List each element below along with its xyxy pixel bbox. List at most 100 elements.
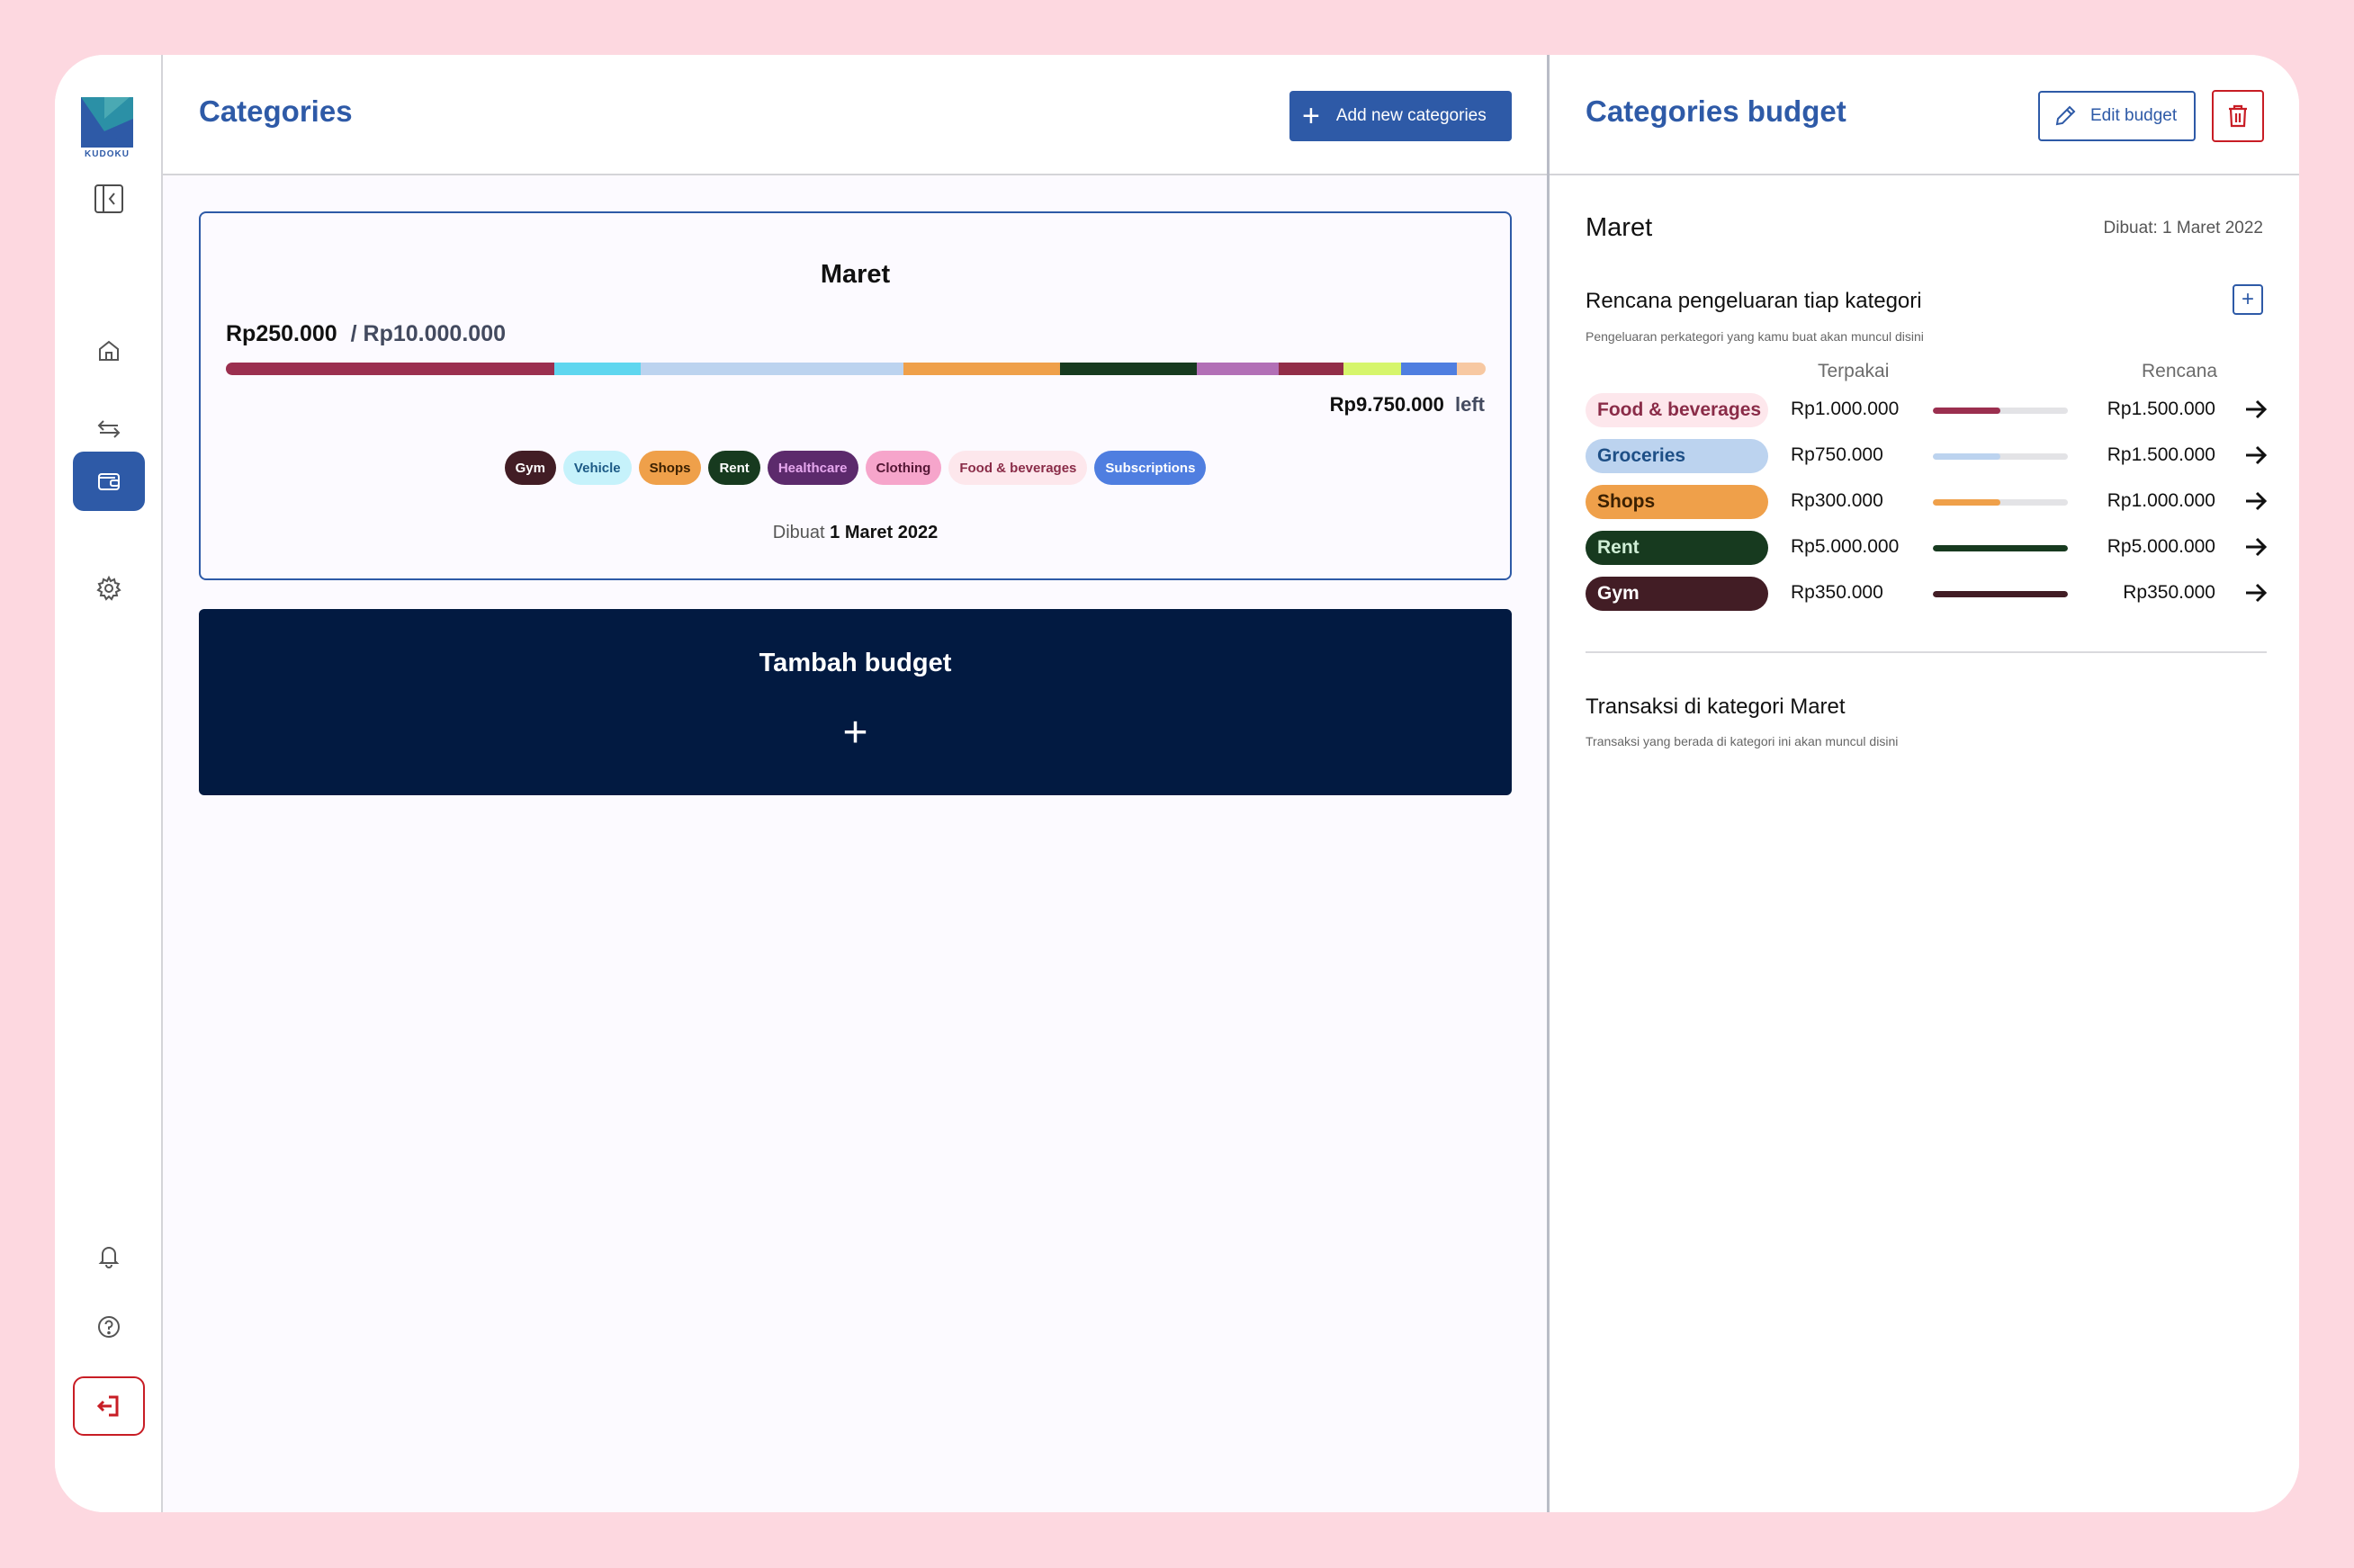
arrow-right-icon[interactable] xyxy=(2242,533,2269,560)
category-plan-row[interactable]: Shops Rp300.000 Rp1.000.000 xyxy=(1586,485,2269,519)
delete-budget-button[interactable] xyxy=(2212,90,2264,142)
progress-fill xyxy=(1933,408,2000,414)
arrow-right-icon[interactable] xyxy=(2242,442,2269,469)
logout-button[interactable] xyxy=(73,1376,145,1436)
category-chip[interactable]: Food & beverages xyxy=(948,451,1088,485)
column-plan: Rencana xyxy=(2142,361,2218,381)
category-chip[interactable]: Rent xyxy=(708,451,760,485)
edit-budget-button[interactable]: Edit budget xyxy=(2038,91,2196,141)
budget-month: Maret xyxy=(820,260,891,289)
app-window: KUDOKU Categories + Add new categories M… xyxy=(55,55,2299,1512)
sidebar: KUDOKU xyxy=(55,55,163,1512)
edit-budget-label: Edit budget xyxy=(2090,106,2178,125)
panel-header: Categories budget Edit budget xyxy=(1550,55,2299,175)
category-plan-row[interactable]: Food & beverages Rp1.000.000 Rp1.500.000 xyxy=(1586,393,2269,427)
arrow-right-icon[interactable] xyxy=(2242,396,2269,423)
budget-left: Rp9.750.000 left xyxy=(1330,393,1485,417)
progress-track xyxy=(1933,499,2068,506)
category-pill: Shops xyxy=(1586,485,1768,519)
bell-icon xyxy=(98,1247,120,1268)
main-header: Categories + Add new categories xyxy=(163,55,1547,175)
category-chip[interactable]: Vehicle xyxy=(562,451,632,485)
pencil-icon xyxy=(2055,105,2076,126)
transactions-icon xyxy=(97,420,121,438)
plan-title: Rencana pengeluaran tiap kategori xyxy=(1586,289,1922,313)
budget-left-amount: Rp9.750.000 xyxy=(1329,393,1444,416)
bar-segment xyxy=(1456,363,1486,375)
add-categories-button[interactable]: + Add new categories xyxy=(1289,91,1512,141)
plus-icon: + xyxy=(842,709,868,757)
kudoku-logo[interactable]: KUDOKU xyxy=(77,95,137,160)
add-budget-card[interactable]: Tambah budget + xyxy=(199,609,1512,795)
arrow-right-icon[interactable] xyxy=(2242,488,2269,515)
category-chip[interactable]: Gym xyxy=(504,451,556,485)
categories-budget-panel: Categories budget Edit budget Maret Dibu… xyxy=(1547,55,2299,1512)
budget-stacked-bar xyxy=(226,363,1486,375)
category-chip[interactable]: Healthcare xyxy=(767,451,858,485)
category-pill: Rent xyxy=(1586,531,1768,565)
brand-name: KUDOKU xyxy=(85,149,130,159)
column-used: Terpakai xyxy=(1818,361,1890,381)
panel-month: Maret xyxy=(1586,213,1653,242)
plan-amount: Rp1.500.000 xyxy=(2107,444,2215,465)
help-icon xyxy=(98,1316,120,1338)
category-plan-row[interactable]: Groceries Rp750.000 Rp1.500.000 xyxy=(1586,439,2269,473)
nav-help[interactable] xyxy=(73,1297,145,1357)
bar-segment xyxy=(226,363,555,375)
divider xyxy=(1586,651,2267,653)
created-prefix: Dibuat xyxy=(772,523,825,542)
budget-amount: Rp250.000 / Rp10.000.000 xyxy=(226,321,506,347)
collapse-sidebar-icon[interactable] xyxy=(93,183,125,215)
progress-fill xyxy=(1933,545,2068,551)
arrow-right-icon[interactable] xyxy=(2242,579,2269,606)
nav-transactions[interactable] xyxy=(73,399,145,459)
plan-subtitle: Pengeluaran perkategori yang kamu buat a… xyxy=(1586,329,1924,344)
used-amount: Rp750.000 xyxy=(1791,444,1883,465)
category-plan-row[interactable]: Rent Rp5.000.000 Rp5.000.000 xyxy=(1586,531,2269,565)
panel-created: Dibuat: 1 Maret 2022 xyxy=(2103,219,2263,237)
bar-segment xyxy=(1059,363,1198,375)
category-plan-row[interactable]: Gym Rp350.000 Rp350.000 xyxy=(1586,577,2269,611)
plus-icon: + xyxy=(1302,99,1320,133)
progress-fill xyxy=(1933,499,2000,506)
nav-budget[interactable] xyxy=(73,452,145,511)
budget-card[interactable]: Maret Rp250.000 / Rp10.000.000 Rp9.750.0… xyxy=(199,211,1512,580)
nav-notifications[interactable] xyxy=(73,1226,145,1286)
panel-title: Categories budget xyxy=(1586,94,1846,128)
category-chip[interactable]: Subscriptions xyxy=(1094,451,1207,485)
nav-home[interactable] xyxy=(73,321,145,381)
wallet-icon xyxy=(98,473,120,490)
used-amount: Rp5.000.000 xyxy=(1791,536,1900,557)
category-chips: Gym Vehicle Shops Rent Healthcare Clothing Foo… xyxy=(201,451,1510,485)
used-amount: Rp350.000 xyxy=(1791,582,1883,603)
category-pill: Gym xyxy=(1586,577,1768,611)
plan-amount: Rp5.000.000 xyxy=(2107,536,2215,557)
progress-fill xyxy=(1933,453,2000,460)
progress-fill xyxy=(1933,591,2068,597)
categories-main: Categories + Add new categories Maret Rp… xyxy=(163,55,1547,1512)
progress-track xyxy=(1933,545,2068,551)
add-budget-title: Tambah budget xyxy=(759,649,952,677)
progress-track xyxy=(1933,453,2068,460)
category-pill: Groceries xyxy=(1586,439,1768,473)
bar-segment xyxy=(903,363,1060,375)
home-icon xyxy=(99,340,119,361)
bar-segment xyxy=(1401,363,1457,375)
category-pill: Food & beverages xyxy=(1586,393,1768,427)
used-amount: Rp1.000.000 xyxy=(1791,399,1900,419)
transactions-title: Transaksi di kategori Maret xyxy=(1586,694,1846,719)
budget-spent: Rp250.000 xyxy=(226,321,337,346)
bar-segment xyxy=(554,363,641,375)
created-date: 1 Maret 2022 xyxy=(830,523,939,542)
budget-created: Dibuat 1 Maret 2022 xyxy=(201,523,1510,543)
category-chip[interactable]: Clothing xyxy=(865,451,942,485)
nav-settings[interactable] xyxy=(73,559,145,618)
plan-amount: Rp350.000 xyxy=(2123,582,2215,603)
logout-icon xyxy=(96,1395,119,1417)
used-amount: Rp300.000 xyxy=(1791,490,1883,511)
add-categories-label: Add new categories xyxy=(1335,106,1487,125)
category-chip[interactable]: Shops xyxy=(638,451,702,485)
add-plan-button[interactable]: + xyxy=(2233,284,2263,315)
plan-amount: Rp1.000.000 xyxy=(2107,490,2215,511)
gear-icon xyxy=(96,575,121,601)
